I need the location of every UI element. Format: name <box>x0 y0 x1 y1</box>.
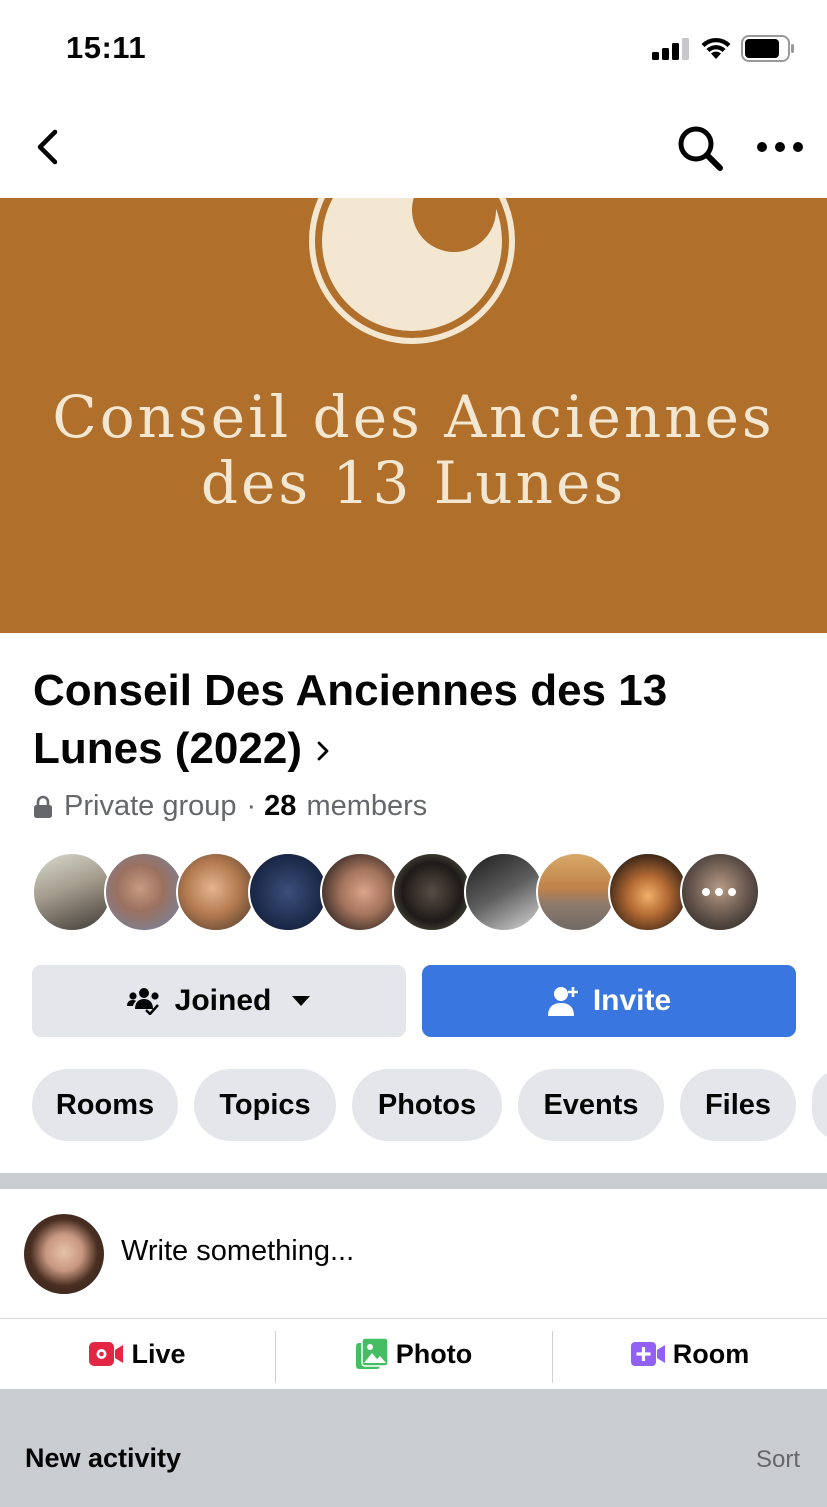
member-avatar-1[interactable] <box>32 852 112 932</box>
battery-icon <box>741 35 794 62</box>
members-check-icon <box>126 988 159 1015</box>
more-horizontal-icon <box>702 888 736 896</box>
group-title[interactable]: Conseil Des Anciennes des 13 Lunes (2022… <box>33 662 773 778</box>
member-avatar-5[interactable] <box>320 852 400 932</box>
search-icon[interactable] <box>676 124 724 172</box>
add-user-icon <box>547 987 578 1016</box>
group-title-text[interactable]: Conseil Des Anciennes des 13 Lunes (2022… <box>33 666 667 773</box>
live-video-icon <box>89 1342 124 1366</box>
member-avatar-3[interactable] <box>176 852 256 932</box>
section-divider <box>0 1173 827 1189</box>
new-activity-title: New activity <box>25 1443 182 1473</box>
chevron-left-icon[interactable] <box>30 126 64 168</box>
live-button[interactable]: Live <box>0 1319 275 1389</box>
tab-overflow[interactable] <box>812 1069 827 1141</box>
photo-label: Photo <box>395 1338 473 1369</box>
cover-text: Conseil des Anciennes des 13 Lunes <box>0 384 827 516</box>
tab-rooms[interactable]: Rooms <box>32 1069 178 1141</box>
wifi-icon <box>701 37 731 59</box>
joined-label: Joined <box>174 984 272 1017</box>
status-time: 15:11 <box>66 30 147 65</box>
group-tabs: Rooms Topics Photos Events Files <box>32 1069 827 1141</box>
caret-down-icon <box>292 996 311 1006</box>
cover-line-2: des 13 Lunes <box>200 449 627 517</box>
tab-files[interactable]: Files <box>680 1069 796 1141</box>
member-label[interactable]: members <box>306 790 427 823</box>
meta-separator: · <box>246 790 257 822</box>
room-label: Room <box>672 1338 750 1369</box>
room-video-icon <box>630 1342 665 1366</box>
tab-events[interactable]: Events <box>518 1069 664 1141</box>
tab-label: Topics <box>219 1088 311 1121</box>
member-avatar-7[interactable] <box>464 852 544 932</box>
member-avatar-more[interactable] <box>680 852 760 932</box>
tab-label: Files <box>704 1088 772 1121</box>
tab-label: Events <box>543 1088 639 1121</box>
member-avatar-8[interactable] <box>536 852 616 932</box>
privacy-label: Private group <box>64 790 237 822</box>
composer-actions: Live Photo Room <box>0 1319 827 1389</box>
room-button[interactable]: Room <box>553 1319 827 1389</box>
tab-photos[interactable]: Photos <box>352 1069 502 1141</box>
group-cover-photo[interactable]: Conseil des Anciennes des 13 Lunes <box>0 198 827 633</box>
invite-button[interactable]: Invite <box>422 965 796 1037</box>
lock-icon <box>34 795 52 818</box>
cover-line-1: Conseil des Anciennes <box>52 383 775 451</box>
member-count[interactable]: 28 <box>264 790 296 823</box>
cellular-signal-icon <box>652 38 689 60</box>
post-composer[interactable]: Write something... <box>0 1189 827 1319</box>
status-bar: 15:11 <box>0 0 827 96</box>
photo-icon <box>355 1338 388 1369</box>
member-avatar-9[interactable] <box>608 852 688 932</box>
member-avatar-6[interactable] <box>392 852 472 932</box>
avatar[interactable] <box>24 1214 104 1294</box>
chevron-right-icon[interactable] <box>316 740 330 762</box>
tab-label: Rooms <box>55 1088 155 1121</box>
tab-label: Photos <box>377 1088 477 1121</box>
sort-button[interactable]: Sort <box>756 1446 800 1474</box>
member-avatar-4[interactable] <box>248 852 328 932</box>
more-horizontal-icon[interactable] <box>754 132 806 162</box>
member-avatar-2[interactable] <box>104 852 184 932</box>
live-label: Live <box>131 1338 186 1369</box>
photo-button[interactable]: Photo <box>276 1319 552 1389</box>
group-meta: Private group · 28 members <box>33 790 427 823</box>
tab-topics[interactable]: Topics <box>194 1069 336 1141</box>
write-something-input[interactable]: Write something... <box>121 1235 354 1268</box>
joined-button[interactable]: Joined <box>32 965 406 1037</box>
moon-logo <box>309 198 515 344</box>
invite-label: Invite <box>592 984 672 1017</box>
